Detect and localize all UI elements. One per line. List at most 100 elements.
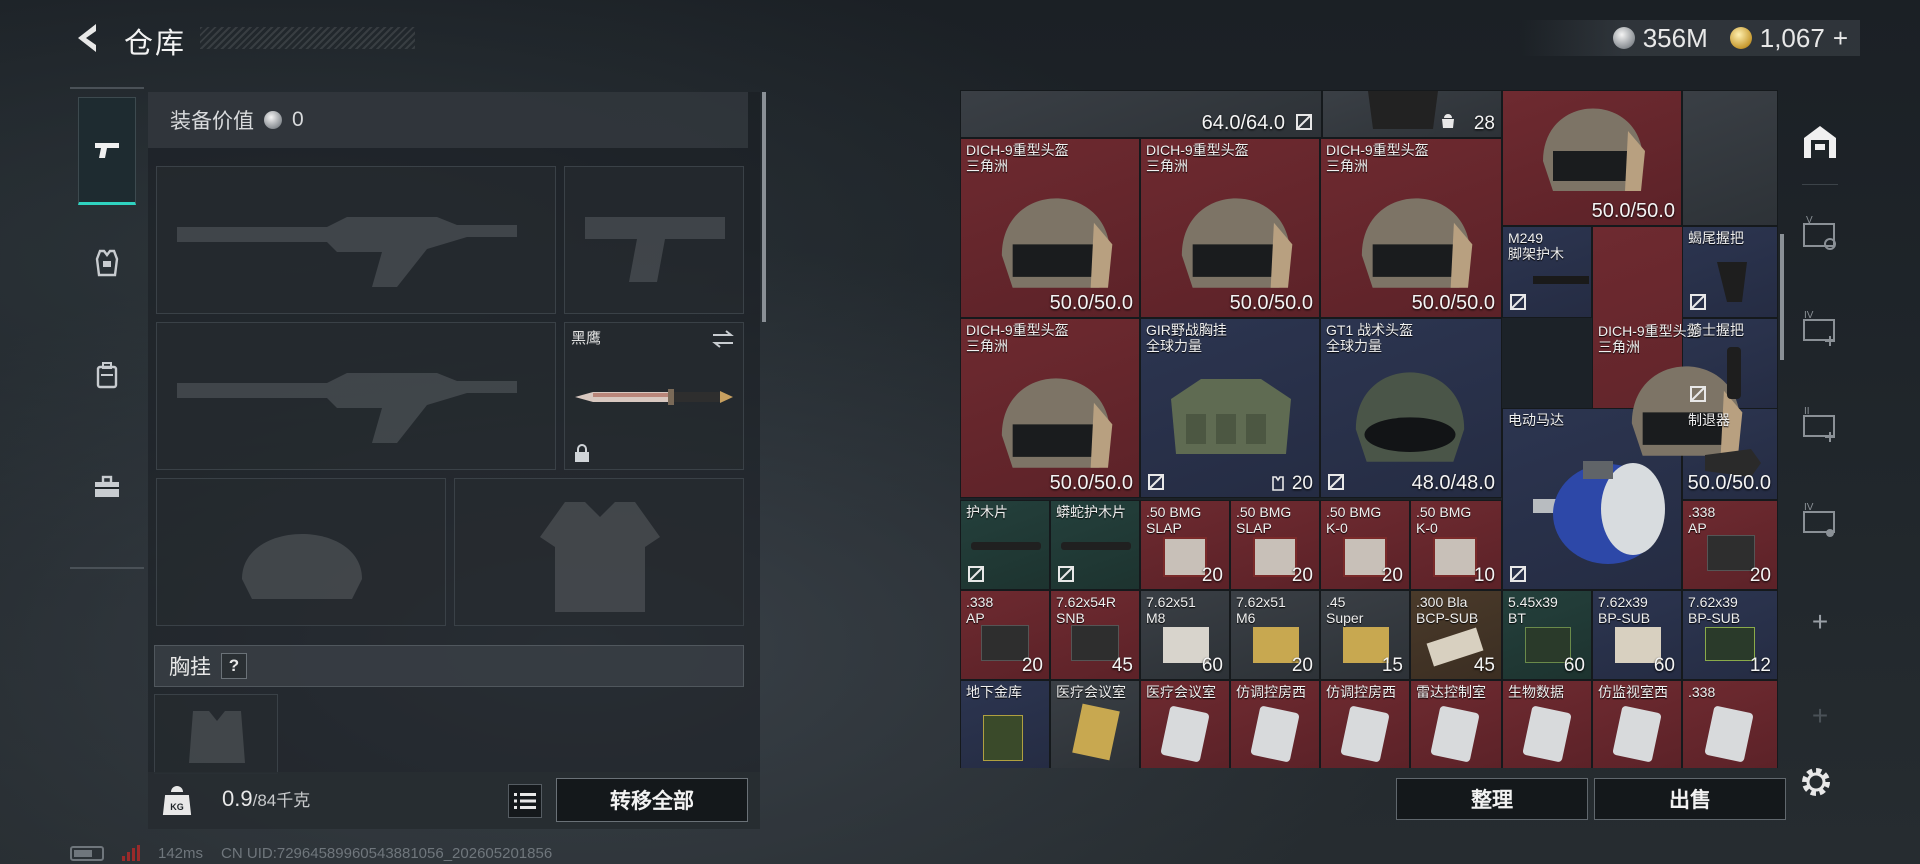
ping: 142ms xyxy=(158,844,204,862)
rail-add-storage-button[interactable]: + xyxy=(1796,598,1844,646)
item-name: 仿监视室西 xyxy=(1598,684,1668,700)
tab-weapons[interactable] xyxy=(78,97,136,205)
item-name-line1: .50 BMG xyxy=(1326,504,1382,520)
inventory-item[interactable]: 7.62x51 M6 20 xyxy=(1230,590,1320,680)
key-icon xyxy=(1612,705,1662,763)
silver-coin-icon xyxy=(1612,27,1635,49)
inventory-item[interactable]: .338 AP 20 xyxy=(960,590,1050,680)
inventory-item[interactable]: 雷达控制室 xyxy=(1410,680,1502,768)
inventory-item[interactable]: .50 BMG SLAP 20 xyxy=(1140,500,1230,590)
tab-case[interactable] xyxy=(78,433,136,541)
item-name-line1: .300 Bla xyxy=(1416,594,1468,610)
item-name-line1: DICH-9重型头盔 xyxy=(966,142,1069,158)
rail-storage-5[interactable]: IV xyxy=(1796,496,1844,544)
inventory-item[interactable]: 护木片 xyxy=(960,500,1050,590)
item-name: 雷达控制室 xyxy=(1416,684,1486,700)
item-name-line1: 5.45x39 xyxy=(1508,594,1558,610)
ammo-box-icon xyxy=(1433,537,1477,577)
inventory-item[interactable]: .300 Bla BCP-SUB 45 xyxy=(1410,590,1502,680)
warehouse-icon xyxy=(1804,126,1836,158)
item-durability: 64.0/64.0 xyxy=(1201,112,1285,134)
inventory-item[interactable]: GIR野战胸挂 全球力量 20 xyxy=(1140,318,1320,498)
swap-icon[interactable] xyxy=(711,329,735,349)
inventory-item[interactable]: 蟒蛇护木片 xyxy=(1050,500,1140,590)
item-name: 蝎尾握把 xyxy=(1688,230,1744,246)
item-name-line1: .50 BMG xyxy=(1416,504,1472,520)
item-name-line1: DICH-9重型头盔 xyxy=(1146,142,1249,158)
inventory-item[interactable]: 5.45x39 BT 60 xyxy=(1502,590,1592,680)
ammo-box-icon xyxy=(1705,627,1755,661)
inventory-scrollbar[interactable] xyxy=(1780,234,1784,360)
list-view-button[interactable] xyxy=(508,784,542,818)
rail-main-storage[interactable] xyxy=(1796,118,1844,166)
inventory-item[interactable]: 仿调控房西 xyxy=(1230,680,1320,768)
gold-currency[interactable]: 1,067 + xyxy=(1729,23,1848,54)
weight-current: 0.9 xyxy=(222,786,253,811)
item-name-line2: SLAP xyxy=(1146,520,1182,536)
inventory-item[interactable]: 7.62x51 M8 60 xyxy=(1140,590,1230,680)
rail-storage-3[interactable]: IV xyxy=(1796,304,1844,352)
tab-armor[interactable] xyxy=(78,209,136,317)
item-name: DICH-9重型头盔 三角洲 xyxy=(966,322,1069,354)
item-name-line1: DICH-9重型头盔 xyxy=(1326,142,1429,158)
inventory-item[interactable]: .45 Super 15 xyxy=(1320,590,1410,680)
item-name-line1: DICH-9重型头盔 xyxy=(1598,323,1701,339)
item-durability: 50.0/50.0 xyxy=(1687,472,1771,494)
back-arrow-icon xyxy=(78,24,96,52)
sidearm-slot[interactable] xyxy=(564,166,744,314)
item-count: 45 xyxy=(1111,655,1133,676)
transfer-all-button[interactable]: 转移全部 xyxy=(556,778,748,822)
carry-weight: 0.9/84千克 xyxy=(222,786,310,812)
inventory-item[interactable]: 生物数据 xyxy=(1502,680,1592,768)
inventory-item[interactable]: 蝎尾握把 xyxy=(1682,226,1778,318)
rail-storage-4[interactable]: II xyxy=(1796,400,1844,448)
inventory-item[interactable]: .338 xyxy=(1682,680,1778,768)
no-trade-icon xyxy=(1148,474,1164,490)
item-name-line2: 三角洲 xyxy=(966,338,1008,354)
expansion-box-icon: IV xyxy=(1803,502,1835,537)
vest-art-icon xyxy=(1368,91,1438,129)
capacity-icon xyxy=(1442,114,1454,128)
rail-storage-2[interactable]: V xyxy=(1796,208,1844,256)
item-name-line2: BP-SUB xyxy=(1598,610,1651,626)
inventory-item[interactable]: 仿调控房西 xyxy=(1320,680,1410,768)
inventory-item[interactable]: 地下金库 xyxy=(960,680,1050,768)
helmet-slot[interactable] xyxy=(156,478,446,626)
sell-button[interactable]: 出售 xyxy=(1594,778,1786,820)
melee-slot[interactable]: 黑鹰 xyxy=(564,322,744,470)
settings-button[interactable] xyxy=(1796,762,1836,802)
help-icon[interactable]: ? xyxy=(221,653,247,679)
body-armor-slot[interactable] xyxy=(454,478,744,626)
inventory-item[interactable]: 仿监视室西 xyxy=(1592,680,1682,768)
equipment-scrollbar[interactable] xyxy=(762,92,766,322)
back-button[interactable] xyxy=(70,20,106,56)
inventory-item[interactable]: 7.62x39 BP-SUB 60 xyxy=(1592,590,1682,680)
item-count: 10 xyxy=(1473,565,1495,586)
primary-weapon-slot-1[interactable] xyxy=(156,166,556,314)
chest-rig-slot[interactable] xyxy=(154,694,278,774)
item-durability: 48.0/48.0 xyxy=(1411,472,1495,494)
inventory-item[interactable]: 医疗会议室 xyxy=(1050,680,1140,768)
inventory-item[interactable]: .50 BMG K-0 10 xyxy=(1410,500,1502,590)
silver-currency[interactable]: 356M xyxy=(1612,23,1708,54)
tab-backpack[interactable] xyxy=(78,321,136,429)
inventory-item[interactable]: 7.62x54R SNB 45 xyxy=(1050,590,1140,680)
item-name-line1: DICH-9重型头盔 xyxy=(966,322,1069,338)
electric-motor-art-icon xyxy=(1533,461,1665,564)
inventory-item[interactable]: .338 AP 20 xyxy=(1682,500,1778,590)
key-icon xyxy=(1430,705,1480,763)
inventory-item[interactable]: DICH-9重型头盔 三角洲 50.0/50.0 xyxy=(960,318,1140,498)
inventory-item[interactable]: GT1 战术头盔 全球力量 48.0/48.0 xyxy=(1320,318,1502,498)
inventory-item[interactable]: 医疗会议室 xyxy=(1140,680,1230,768)
primary-weapon-slot-2[interactable] xyxy=(156,322,556,470)
gold-add-button[interactable]: + xyxy=(1833,23,1848,54)
expansion-box-icon: IV xyxy=(1803,310,1835,346)
item-name: 医疗会议室 xyxy=(1146,684,1216,700)
inventory-item[interactable]: .50 BMG K-0 20 xyxy=(1320,500,1410,590)
ammo-box-icon xyxy=(983,715,1023,761)
inventory-item[interactable]: .50 BMG SLAP 20 xyxy=(1230,500,1320,590)
sort-button[interactable]: 整理 xyxy=(1396,778,1588,820)
item-name: 地下金库 xyxy=(966,684,1022,700)
inventory-item[interactable]: 7.62x39 BP-SUB 12 xyxy=(1682,590,1778,680)
item-name-line1: 7.62x39 xyxy=(1598,594,1648,610)
